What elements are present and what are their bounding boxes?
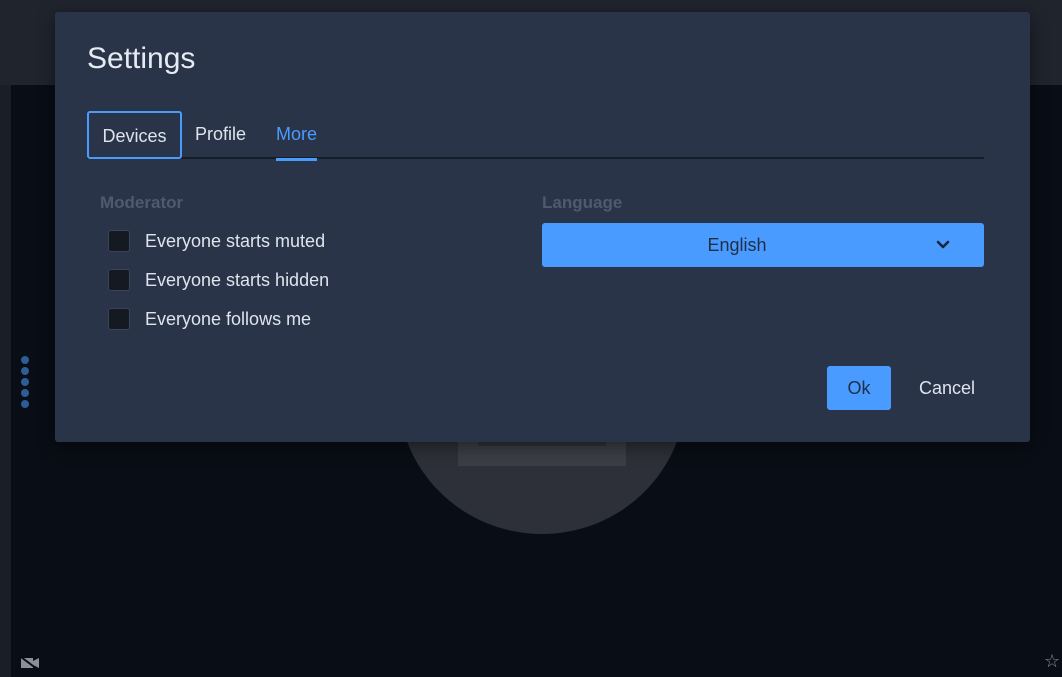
tab-more[interactable]: More [276,111,318,161]
tab-devices[interactable]: Devices [87,111,182,159]
everyone-follows-me-option[interactable]: Everyone follows me [108,306,311,332]
chevron-down-icon [936,240,950,249]
everyone-starts-muted-checkbox[interactable] [108,230,130,252]
everyone-follows-me-label: Everyone follows me [145,308,312,329]
everyone-follows-me-checkbox[interactable] [108,308,130,330]
drag-handle-icon[interactable] [20,356,30,414]
ok-button[interactable]: Ok [827,366,891,410]
settings-dialog: Settings Devices Profile More Moderator … [55,12,1030,442]
everyone-starts-muted-label: Everyone starts muted [145,230,326,251]
everyone-starts-hidden-option[interactable]: Everyone starts hidden [108,267,329,293]
dialog-title: Settings [87,42,196,75]
moderator-section-label: Moderator [100,193,184,212]
star-icon[interactable]: ☆ [1044,652,1062,672]
everyone-starts-hidden-label: Everyone starts hidden [145,269,330,290]
everyone-starts-hidden-checkbox[interactable] [108,269,130,291]
everyone-starts-muted-option[interactable]: Everyone starts muted [108,228,325,254]
cancel-button[interactable]: Cancel [907,366,987,410]
video-off-icon[interactable] [20,656,40,670]
settings-tabs: Devices Profile More [87,111,984,161]
language-selected-value: English [707,235,767,255]
tab-profile[interactable]: Profile [195,111,246,159]
language-section-label: Language [542,193,623,212]
language-select[interactable]: English [542,223,984,267]
